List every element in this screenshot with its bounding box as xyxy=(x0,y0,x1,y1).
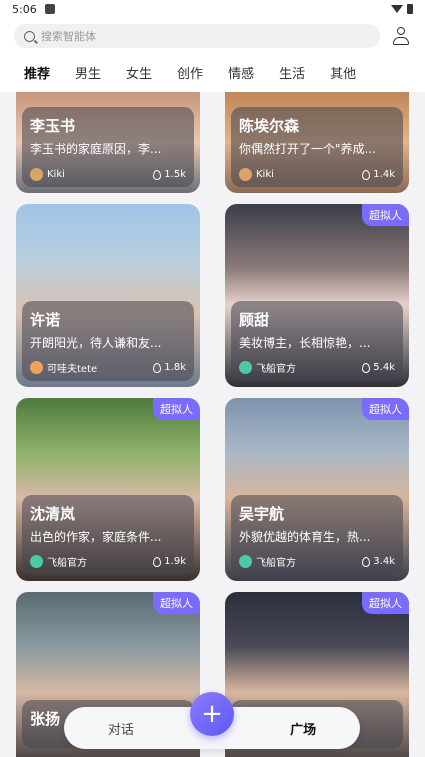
likes-count: 1.9k xyxy=(164,556,186,567)
hyperreal-badge: 超拟人 xyxy=(153,592,200,614)
nav-chat[interactable]: 对话 xyxy=(64,719,178,738)
fire-icon xyxy=(153,169,162,180)
tab-other[interactable]: 其他 xyxy=(330,63,356,82)
character-name: 顾甜 xyxy=(239,311,270,329)
author-name: Kiki xyxy=(47,169,65,180)
author-avatar xyxy=(30,555,43,568)
author-name: 飞船官方 xyxy=(256,558,296,569)
author-avatar xyxy=(30,361,43,374)
likes: 1.9k xyxy=(153,556,186,567)
user-icon xyxy=(397,27,405,35)
likes-count: 5.4k xyxy=(373,362,395,373)
hyperreal-badge: 超拟人 xyxy=(362,398,409,420)
likes: 1.8k xyxy=(153,362,186,373)
likes: 1.5k xyxy=(153,169,186,180)
card-footer: 飞船官方 1.9k xyxy=(30,554,186,569)
author-name: Kiki xyxy=(256,169,274,180)
author-avatar xyxy=(239,361,252,374)
character-card[interactable]: 李玉书 李玉书的家庭原因，李... Kiki 1.5k xyxy=(16,92,200,193)
tab-emotion[interactable]: 情感 xyxy=(228,63,254,82)
tab-create[interactable]: 创作 xyxy=(177,63,203,82)
status-icons xyxy=(391,4,413,14)
card-footer: Kiki 1.5k xyxy=(30,168,186,181)
character-grid: 李玉书 李玉书的家庭原因，李... Kiki 1.5k 陈埃尔森 你偶然打开了一… xyxy=(0,92,425,757)
character-desc: 美妆博主，长相惊艳，... xyxy=(239,336,371,350)
author-name: 飞船官方 xyxy=(47,558,87,569)
status-time: 5:06 xyxy=(12,2,37,16)
card-footer: 可哇夫tete 1.8k xyxy=(30,360,186,375)
character-name: 沈清岚 xyxy=(30,505,76,523)
character-card[interactable]: 许诺 开朗阳光，待人谦和友... 可哇夫tete 1.8k xyxy=(16,204,200,387)
status-bar: 5:06 xyxy=(0,0,425,18)
search-bar[interactable] xyxy=(14,24,380,48)
card-info: 沈清岚 出色的作家，家庭条件... 飞船官方 1.9k xyxy=(22,495,194,575)
hyperreal-badge: 超拟人 xyxy=(362,204,409,226)
fire-icon xyxy=(153,362,162,373)
category-tabs: 推荐 男生 女生 创作 情感 生活 其他 xyxy=(0,58,381,86)
fire-icon xyxy=(362,556,371,567)
profile-button[interactable] xyxy=(391,26,411,46)
likes: 5.4k xyxy=(362,362,395,373)
author-avatar xyxy=(30,168,43,181)
card-info: 许诺 开朗阳光，待人谦和友... 可哇夫tete 1.8k xyxy=(22,301,194,381)
card-footer: Kiki 1.4k xyxy=(239,168,395,181)
tab-male[interactable]: 男生 xyxy=(75,63,101,82)
create-button[interactable]: + xyxy=(190,692,234,736)
card-info: 陈埃尔森 你偶然打开了一个"养成... Kiki 1.4k xyxy=(231,107,403,187)
character-name: 吴宇航 xyxy=(239,505,285,523)
character-desc: 外貌优越的体育生，热... xyxy=(239,530,371,544)
hyperreal-badge: 超拟人 xyxy=(153,398,200,420)
tab-female[interactable]: 女生 xyxy=(126,63,152,82)
likes: 3.4k xyxy=(362,556,395,567)
battery-icon xyxy=(407,4,413,14)
tab-life[interactable]: 生活 xyxy=(279,63,305,82)
character-name: 许诺 xyxy=(30,311,61,329)
likes-count: 1.8k xyxy=(164,362,186,373)
notification-icon xyxy=(44,4,55,14)
character-card[interactable]: 超拟人 沈清岚 出色的作家，家庭条件... 飞船官方 1.9k xyxy=(16,398,200,581)
header: 推荐 男生 女生 创作 情感 生活 其他 xyxy=(0,18,425,92)
search-input[interactable] xyxy=(41,29,341,43)
character-desc: 出色的作家，家庭条件... xyxy=(30,530,162,544)
fire-icon xyxy=(362,169,371,180)
card-info: 顾甜 美妆博主，长相惊艳，... 飞船官方 5.4k xyxy=(231,301,403,381)
card-footer: 飞船官方 3.4k xyxy=(239,554,395,569)
likes-count: 3.4k xyxy=(373,556,395,567)
likes-count: 1.5k xyxy=(164,169,186,180)
fire-icon xyxy=(153,556,162,567)
card-footer: 飞船官方 5.4k xyxy=(239,360,395,375)
character-desc: 你偶然打开了一个"养成... xyxy=(239,142,376,156)
character-name: 陈埃尔森 xyxy=(239,117,300,135)
character-card[interactable]: 超拟人 吴宇航 外貌优越的体育生，热... 飞船官方 3.4k xyxy=(225,398,409,581)
likes: 1.4k xyxy=(362,169,395,180)
hyperreal-badge: 超拟人 xyxy=(362,592,409,614)
search-icon xyxy=(24,30,35,42)
author-avatar xyxy=(239,168,252,181)
author-avatar xyxy=(239,555,252,568)
author-name: 可哇夫tete xyxy=(47,364,98,375)
nav-square[interactable]: 广场 xyxy=(246,719,360,738)
tab-recommend[interactable]: 推荐 xyxy=(24,63,51,82)
author-name: 飞船官方 xyxy=(256,364,296,375)
character-card[interactable]: 陈埃尔森 你偶然打开了一个"养成... Kiki 1.4k xyxy=(225,92,409,193)
character-desc: 开朗阳光，待人谦和友... xyxy=(30,336,162,350)
likes-count: 1.4k xyxy=(373,169,395,180)
card-info: 李玉书 李玉书的家庭原因，李... Kiki 1.5k xyxy=(22,107,194,187)
character-name: 李玉书 xyxy=(30,117,76,135)
fire-icon xyxy=(362,362,371,373)
character-card[interactable]: 超拟人 顾甜 美妆博主，长相惊艳，... 飞船官方 5.4k xyxy=(225,204,409,387)
wifi-icon xyxy=(391,5,403,13)
character-desc: 李玉书的家庭原因，李... xyxy=(30,142,162,156)
card-info: 吴宇航 外貌优越的体育生，热... 飞船官方 3.4k xyxy=(231,495,403,575)
